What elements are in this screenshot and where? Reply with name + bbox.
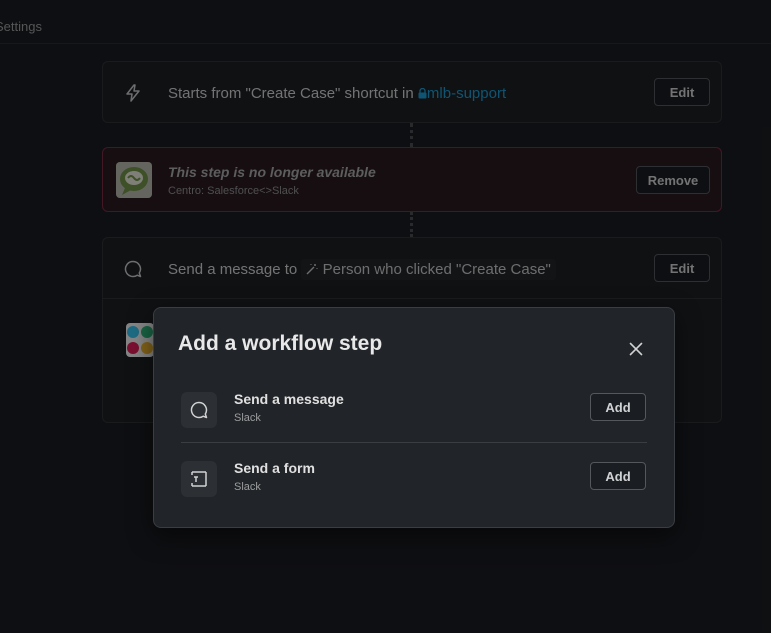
message-bubble-icon	[117, 253, 149, 285]
edit-trigger-button[interactable]: Edit	[654, 78, 710, 106]
close-icon[interactable]	[624, 337, 648, 361]
option-send-message: Send a message Slack Add	[181, 384, 649, 440]
trigger-step-card: Starts from "Create Case" shortcut in ml…	[102, 61, 722, 123]
trigger-step-title: Starts from "Create Case" shortcut in ml…	[168, 85, 507, 102]
recipient-variable-token[interactable]: Person who clicked "Create Case"	[301, 259, 556, 280]
lock-icon	[418, 87, 427, 99]
step-connector	[410, 123, 413, 147]
modal-title: Add a workflow step	[178, 332, 383, 355]
message-step-title: Send a message to Person who clicked "Cr…	[168, 259, 556, 280]
add-send-message-button[interactable]: Add	[590, 393, 646, 421]
option-divider	[181, 442, 647, 443]
step-connector	[410, 212, 413, 237]
card-divider	[103, 298, 721, 299]
message-bubble-icon	[181, 392, 217, 428]
option-source: Slack	[234, 412, 261, 424]
add-workflow-step-modal: Add a workflow step Send a message Slack…	[153, 307, 675, 528]
add-send-form-button[interactable]: Add	[590, 462, 646, 490]
edit-message-button[interactable]: Edit	[654, 254, 710, 282]
option-name: Send a form	[234, 460, 315, 476]
option-name: Send a message	[234, 391, 344, 407]
remove-step-button[interactable]: Remove	[636, 166, 710, 194]
channel-link[interactable]: mlb-support	[418, 85, 506, 102]
unavailable-step-card: This step is no longer available Centro:…	[102, 147, 722, 212]
centro-app-icon	[116, 162, 152, 198]
top-bar: Settings	[0, 0, 771, 44]
option-send-form: Send a form Slack Add	[181, 453, 649, 509]
unavailable-step-title: This step is no longer available	[168, 164, 376, 180]
settings-tab[interactable]: Settings	[0, 19, 42, 34]
bolt-icon	[117, 77, 149, 109]
magic-wand-icon	[306, 264, 318, 275]
form-icon	[181, 461, 217, 497]
slack-logo-icon	[126, 323, 154, 357]
option-source: Slack	[234, 481, 261, 493]
unavailable-step-subtitle: Centro: Salesforce<>Slack	[168, 185, 299, 197]
